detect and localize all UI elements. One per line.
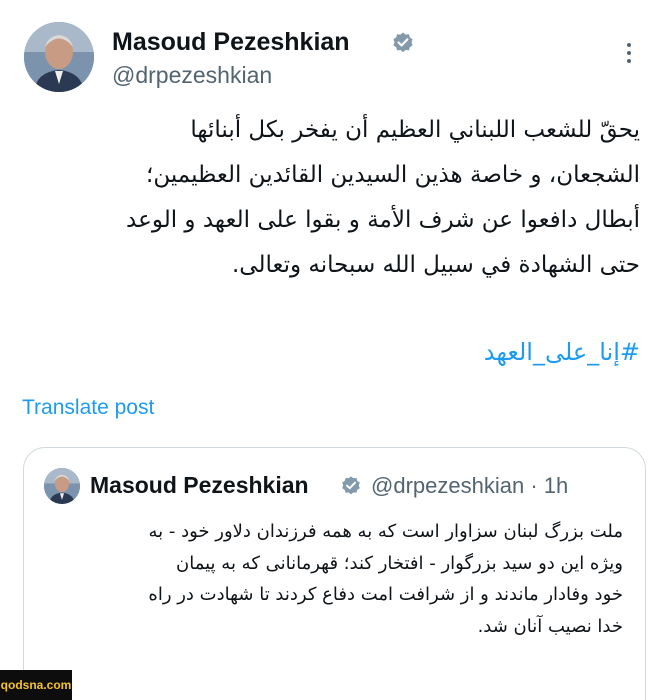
quoted-author-name: Masoud Pezeshkian [90,472,309,498]
author-avatar[interactable] [24,22,94,92]
post-text-line: أبطال دافعوا عن شرف الأمة و بقوا على الع… [126,207,640,233]
post-text-line: الشجعان، و خاصة هذين السيدين القائدين ال… [146,162,640,188]
post-text-line: يحقّ للشعب اللبناني العظيم أن يفخر بكل أ… [190,117,640,143]
quoted-author-handle: @drpezeshkian [371,473,525,498]
quoted-text-line: ویژه این دو سید بزرگوار - افتخار کند؛ قه… [176,552,623,574]
post-card: Masoud Pezeshkian @drpezeshkian يحقّ للش… [0,0,666,700]
quoted-meta: @drpezeshkian · 1h [371,473,568,499]
hashtag-link[interactable]: #إنا_على_العهد [380,338,640,366]
quoted-text-line: خود وفادار ماندند و از شرافت امت دفاع کر… [148,584,623,605]
author-handle[interactable]: @drpezeshkian [112,62,272,89]
more-options-icon[interactable] [620,40,638,70]
quoted-post-text: ملت بزرگ لبنان سزاوار است که به همه فرزن… [48,516,623,642]
quoted-timestamp: · 1h [530,473,569,498]
translate-post-link[interactable]: Translate post [22,396,154,420]
post-text: يحقّ للشعب اللبناني العظيم أن يفخر بكل أ… [120,108,640,288]
quoted-author-avatar [44,468,80,504]
verified-badge-icon [393,32,413,53]
quoted-post[interactable]: Masoud Pezeshkian @drpezeshkian · 1h ملت… [23,447,646,700]
post-header: Masoud Pezeshkian @drpezeshkian [24,22,644,94]
quoted-text-line: خدا نصیب آنان شد. [477,615,623,637]
watermark: qodsna.com [0,670,72,700]
verified-badge-icon [342,476,360,495]
author-name[interactable]: Masoud Pezeshkian [112,28,350,57]
post-text-line: حتى الشهادة في سبيل الله سبحانه وتعالى. [232,252,640,278]
quoted-text-line: ملت بزرگ لبنان سزاوار است که به همه فرزن… [148,521,624,542]
